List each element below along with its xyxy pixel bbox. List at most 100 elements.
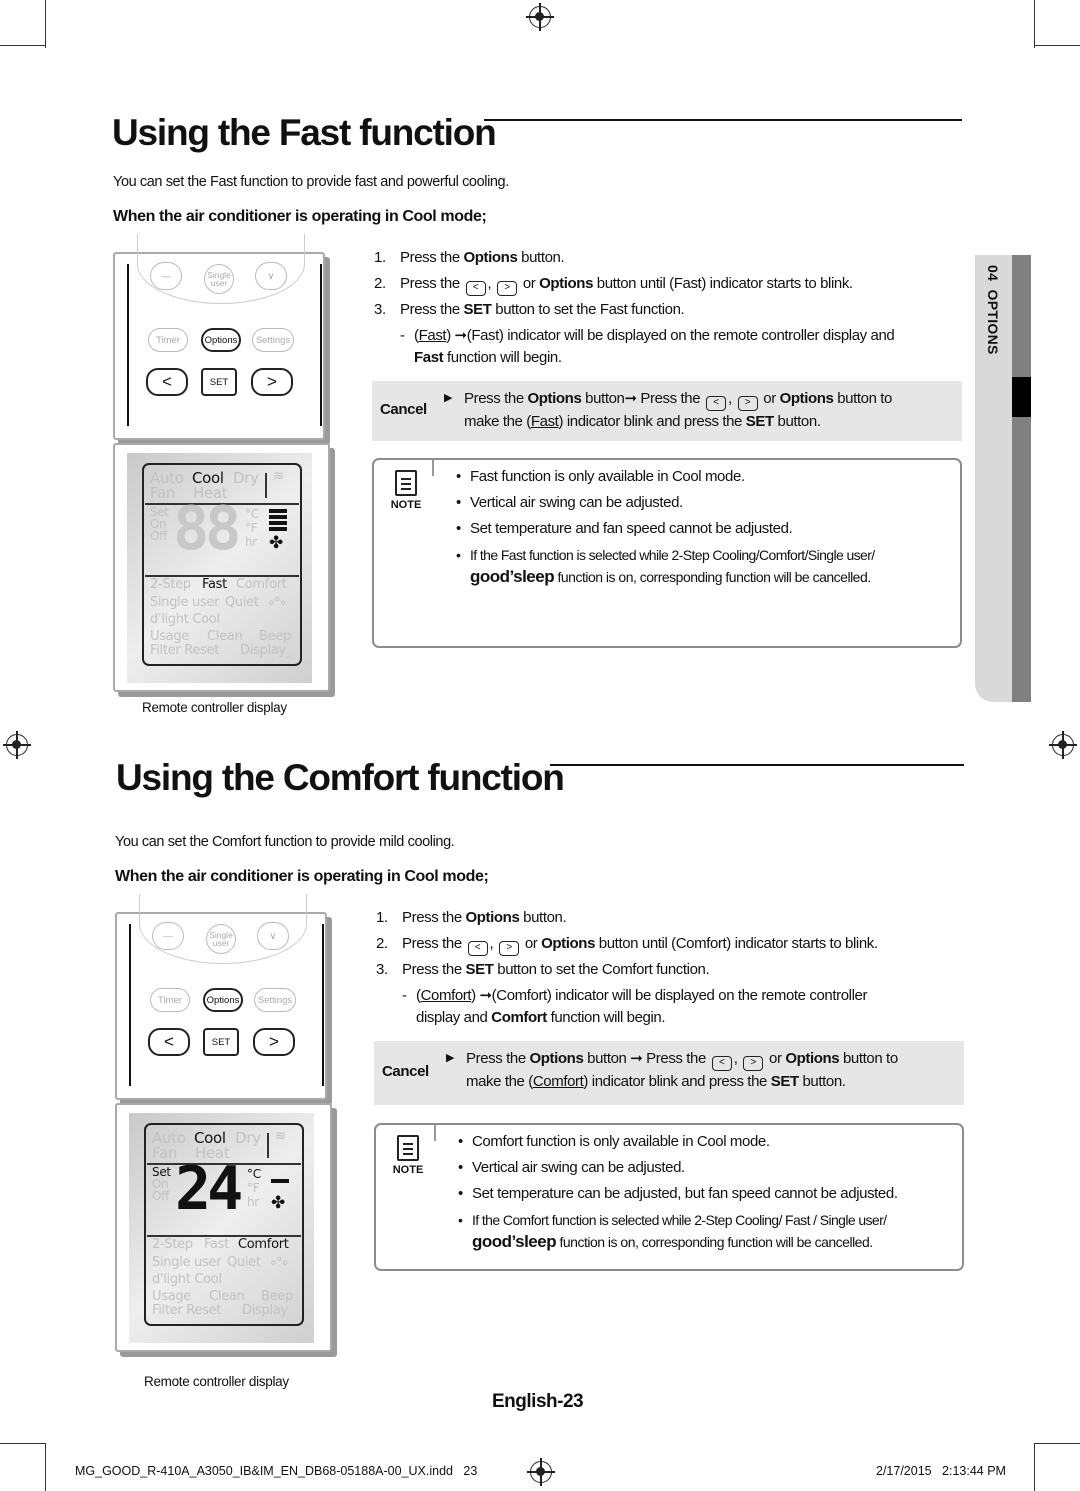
cancel-box: Cancel ▶ Press the Options button ➞ Press … <box>374 1041 964 1105</box>
text: or <box>519 275 540 292</box>
section-title: Using the Comfort function <box>116 757 565 798</box>
crop-mark <box>1034 0 1035 48</box>
cancel-box: Cancel ▶ Press the Options button➞ Press t… <box>372 381 962 441</box>
cancel-line: Press the Options button ➞ Press the <, … <box>466 1048 898 1071</box>
lcd-option-comfort: Comfort <box>236 577 287 592</box>
text: Comfort function is only available in Co… <box>472 1133 770 1150</box>
note-bullet: • Set temperature and fan speed cannot be… <box>456 516 793 542</box>
down-button: ∨ <box>255 262 287 290</box>
text: or <box>521 935 542 952</box>
text: button ➞ Press the <box>583 1050 710 1067</box>
text: function will begin. <box>546 1009 666 1026</box>
text: button to set the Comfort function. <box>493 961 710 978</box>
chevron-left-button-icon: < <box>467 941 488 956</box>
bold-text: Options <box>527 390 582 407</box>
step-item: 3. Press the SET button to set the Fast f… <box>374 299 685 321</box>
note-bullet-continued: good’sleep function is on, corresponding… <box>470 564 871 590</box>
lcd-option: Clean <box>207 629 243 644</box>
crop-mark <box>45 1443 46 1491</box>
lcd-unit: °F <box>245 521 258 535</box>
play-triangle-icon: ▶ <box>446 1052 455 1064</box>
text: or <box>765 1050 786 1067</box>
footer-file: MG_GOOD_R-410A_A3050_IB&IM_EN_DB68-05188… <box>75 1464 478 1478</box>
remote-display-illustration: Auto Cool Dry Fan Heat ≋ Set On Off 88 °C °F hr ✤ 2-St… <box>113 443 330 692</box>
text: Press the <box>400 301 464 318</box>
doc-line <box>401 488 411 490</box>
settings-button: Settings <box>254 988 296 1012</box>
play-triangle-icon: ▶ <box>444 392 453 404</box>
text: ) indicator blink and press the <box>583 1073 771 1090</box>
text: Press the <box>402 935 466 952</box>
text: button. <box>517 249 565 266</box>
note-icon: NOTE <box>390 1135 426 1176</box>
lcd-option: Single user <box>150 595 220 610</box>
registration-mark-icon <box>1049 731 1077 759</box>
lcd-option-2-step: 2-Step <box>150 577 191 592</box>
step-number: 2. <box>374 275 386 292</box>
chevron-left-button-icon: < <box>465 281 486 296</box>
subheading: When the air conditioner is operating in… <box>113 208 487 225</box>
crop-mark <box>1035 45 1080 46</box>
fan-speed-bar <box>269 509 287 513</box>
chevron-right-button-icon: > <box>499 941 520 956</box>
indicator-text: Comfort <box>420 987 472 1004</box>
minus-button: — <box>152 922 184 950</box>
lcd-unit: °C <box>245 507 259 521</box>
chevron-right-button-icon: > <box>497 281 518 296</box>
note-divider <box>434 1125 436 1141</box>
bold-text: Options <box>779 390 834 407</box>
options-button: Options <box>203 988 243 1012</box>
remote-edge-right <box>322 924 324 1086</box>
lcd-option-fast: Fast <box>204 1237 229 1252</box>
lcd-divider <box>267 1133 269 1158</box>
dash: - <box>402 987 407 1004</box>
text: function is on, corresponding function w… <box>554 569 871 585</box>
bullet: • <box>458 1159 463 1176</box>
text: If the Fast function is selected while 2… <box>470 547 875 563</box>
step-number: 1. <box>376 909 388 926</box>
note-bullet: • Comfort function is only available in C… <box>458 1129 770 1155</box>
left-button: < <box>146 368 188 396</box>
registration-mark-icon <box>3 731 31 759</box>
left-button: < <box>148 1028 190 1056</box>
text: , <box>727 390 736 407</box>
remote-buttons-illustration: — Single user ∨ Timer Options Settings < SET > <box>115 894 327 1100</box>
lcd-option-2-step: 2-Step <box>152 1237 193 1252</box>
wifi-icon: ≋ <box>273 469 284 484</box>
fan-speed-bar <box>269 527 287 531</box>
wifi-icon: ≋ <box>275 1129 286 1144</box>
remote-edge-left <box>129 924 131 1086</box>
bullet: • <box>458 1185 463 1202</box>
cancel-label: Cancel <box>382 1063 429 1080</box>
lcd-unit: hr <box>245 535 257 549</box>
lcd-option: Usage <box>152 1289 192 1304</box>
set-button: SET <box>203 1028 239 1056</box>
bold-text: SET <box>745 413 774 430</box>
single-user-button: Single user <box>204 264 234 294</box>
text: button➞ Press the <box>581 390 704 407</box>
fan-speed-bar <box>269 515 287 519</box>
lcd-unit: hr <box>247 1195 259 1209</box>
bold-text: Options <box>465 909 520 926</box>
doc-line <box>403 1143 413 1145</box>
footer-date: 2/17/2015 2:13:44 PM <box>876 1464 1006 1478</box>
side-tab-bar <box>1012 255 1031 702</box>
options-button: Options <box>201 328 241 352</box>
lcd-option: Filter Reset <box>152 1303 222 1318</box>
indicator-text: Comfort <box>532 1073 584 1090</box>
text: Press the <box>464 390 528 407</box>
text: Press the <box>466 1050 530 1067</box>
text: Set temperature can be adjusted, but fan… <box>472 1185 898 1202</box>
note-bullet: • Vertical air swing can be adjusted. <box>456 490 683 516</box>
lcd-option: Usage <box>150 629 190 644</box>
side-tab-marker <box>1012 377 1031 417</box>
bullet: • <box>456 494 461 511</box>
bold-text: Options <box>529 1050 584 1067</box>
lcd-label-off: Off <box>150 529 167 543</box>
text: or <box>759 390 780 407</box>
subheading: When the air conditioner is operating in… <box>115 868 489 885</box>
fan-speed-bar <box>271 1179 289 1183</box>
text: make the ( <box>466 1073 533 1090</box>
bold-text: SET <box>465 961 494 978</box>
note-document-icon <box>397 1135 419 1161</box>
